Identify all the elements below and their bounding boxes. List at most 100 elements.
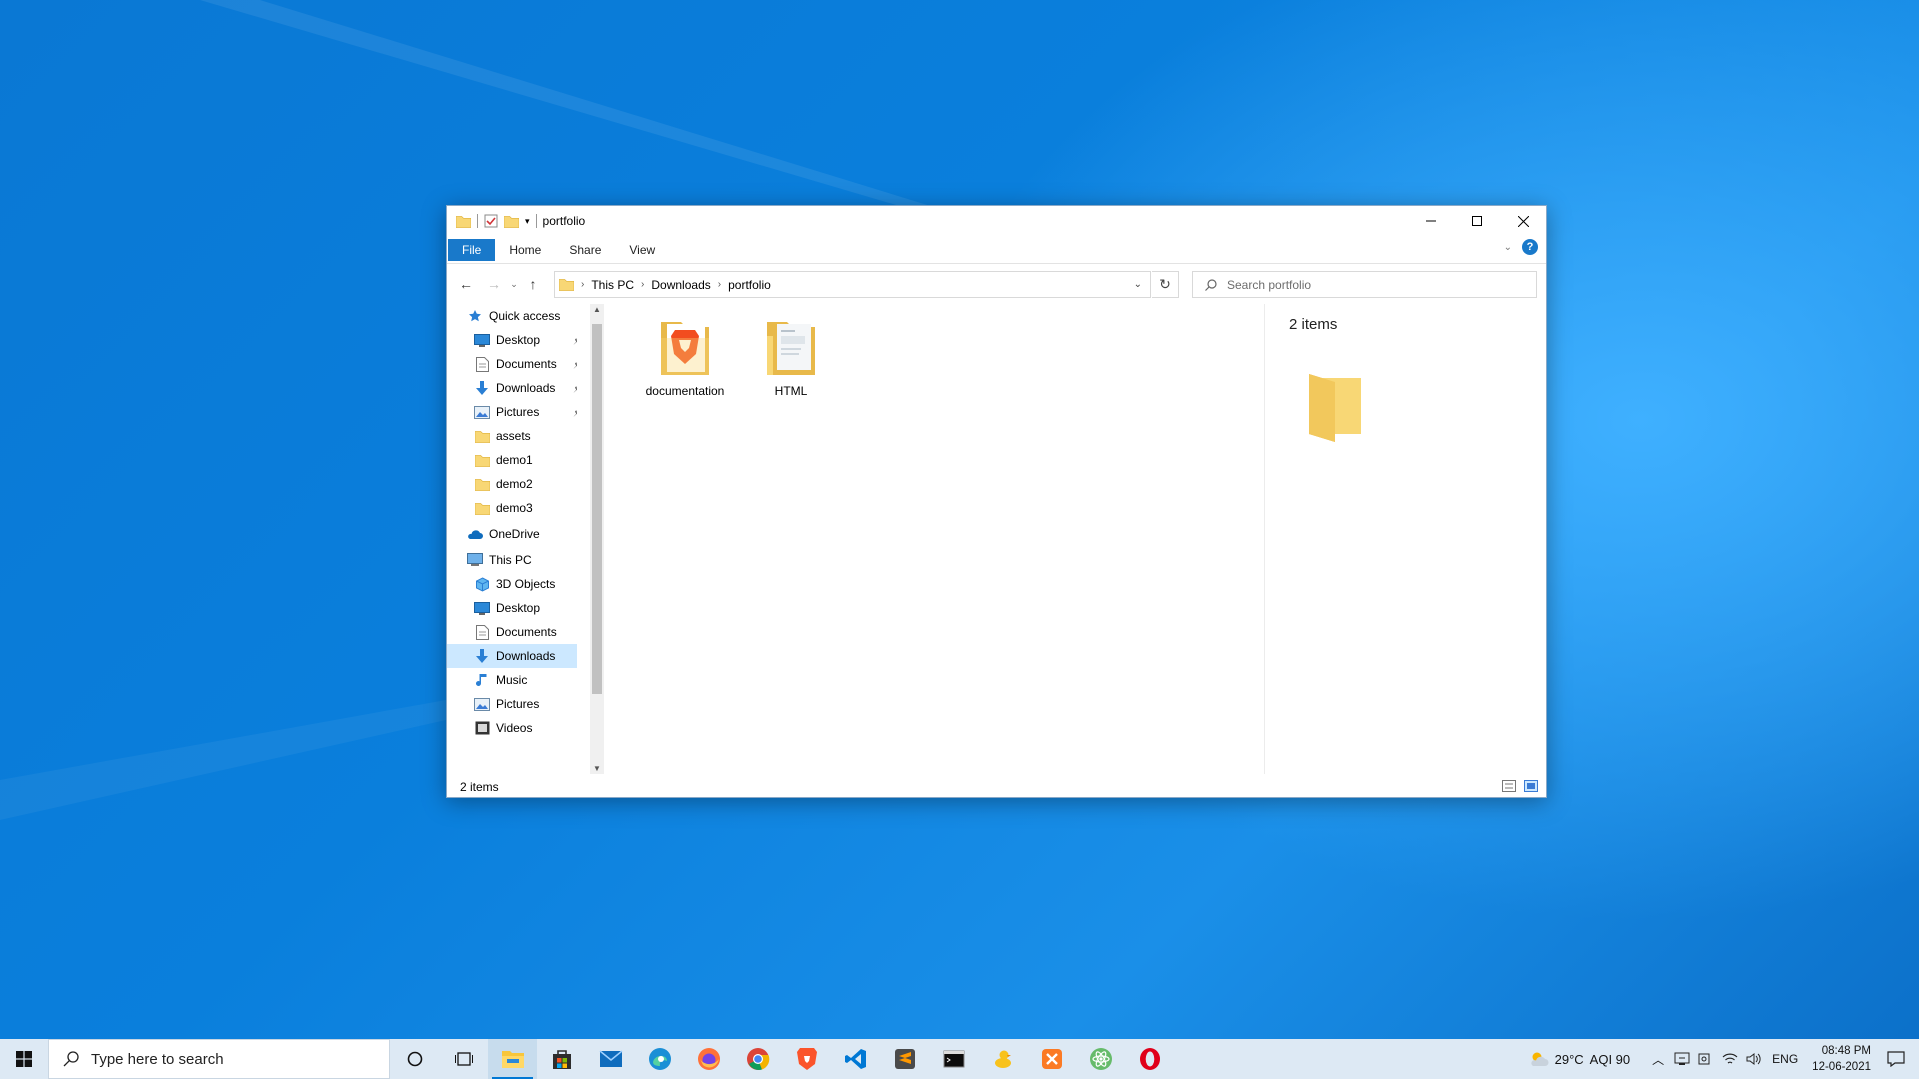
large-icons-view-icon[interactable] (1524, 780, 1538, 792)
input-language[interactable]: ENG (1772, 1052, 1798, 1066)
nav-item-desktop[interactable]: Desktop 📌 (447, 328, 577, 352)
tab-file[interactable]: File (448, 238, 496, 261)
properties-check-icon[interactable] (484, 214, 498, 228)
meet-now-icon[interactable] (1698, 1052, 1712, 1066)
weather-icon[interactable] (1529, 1050, 1549, 1068)
taskbar-store[interactable] (537, 1039, 586, 1079)
clock[interactable]: 08:48 PM 12-06-2021 (1812, 1043, 1871, 1075)
chevron-up-icon[interactable]: ︿ (1652, 1051, 1664, 1068)
nav-item-downloads[interactable]: Downloads (447, 644, 577, 668)
task-view-button[interactable] (439, 1039, 488, 1079)
pictures-icon (474, 404, 490, 420)
back-button[interactable]: ← (457, 275, 475, 293)
address-bar[interactable]: › This PC › Downloads › portfolio ⌄ (554, 271, 1151, 298)
nav-item-documents[interactable]: Documents 📌 (447, 352, 577, 376)
music-icon (474, 672, 490, 688)
scroll-up-icon[interactable]: ▲ (593, 305, 601, 314)
tab-share[interactable]: Share (555, 239, 615, 261)
customize-qat-dropdown-icon[interactable]: ▾ (525, 216, 530, 227)
nav-item-videos[interactable]: Videos (447, 716, 577, 740)
document-folder-icon (767, 322, 815, 375)
tab-view[interactable]: View (615, 239, 669, 261)
maximize-button[interactable] (1454, 206, 1500, 236)
download-arrow-icon (474, 648, 490, 664)
recent-locations-button[interactable]: ⌄ (505, 275, 523, 293)
cortana-button[interactable] (390, 1039, 439, 1079)
nav-item-3d-objects[interactable]: 3D Objects (447, 572, 577, 596)
new-folder-icon[interactable] (504, 215, 519, 228)
nav-item-demo3[interactable]: demo3 (447, 496, 577, 520)
window-controls (1408, 206, 1546, 236)
taskbar-firefox[interactable] (684, 1039, 733, 1079)
notification-center-icon[interactable] (1887, 1051, 1905, 1067)
taskbar-edge[interactable] (635, 1039, 684, 1079)
help-icon[interactable]: ? (1522, 239, 1538, 255)
wifi-icon[interactable] (1722, 1052, 1738, 1066)
volume-icon[interactable] (1746, 1052, 1762, 1066)
forward-button[interactable]: → (485, 275, 503, 293)
taskbar-terminal[interactable] (929, 1039, 978, 1079)
scrollbar-thumb[interactable] (592, 324, 602, 694)
taskbar-atom[interactable] (1076, 1039, 1125, 1079)
taskbar-chrome[interactable] (733, 1039, 782, 1079)
folder-icon (474, 476, 490, 492)
nav-item-label: Downloads (496, 649, 556, 663)
taskbar-file-explorer[interactable] (488, 1039, 537, 1079)
pin-icon: 📌 (573, 384, 577, 393)
taskbar-cyberduck[interactable] (978, 1039, 1027, 1079)
taskbar-search-placeholder: Type here to search (91, 1050, 224, 1068)
nav-item-demo2[interactable]: demo2 (447, 472, 577, 496)
edge-icon (648, 1048, 671, 1070)
weather-aqi[interactable]: AQI 90 (1590, 1052, 1630, 1067)
brave-folder-icon (661, 322, 709, 375)
taskbar-sublime[interactable] (880, 1039, 929, 1079)
search-icon (1205, 278, 1217, 291)
refresh-button[interactable]: ↻ (1152, 271, 1179, 298)
taskbar-opera[interactable] (1125, 1039, 1174, 1079)
taskbar-search-box[interactable]: Type here to search (48, 1039, 390, 1079)
start-button[interactable] (0, 1039, 48, 1079)
taskbar-vscode[interactable] (831, 1039, 880, 1079)
clock-time: 08:48 PM (1821, 1045, 1871, 1057)
address-dropdown-icon[interactable]: ⌄ (1134, 279, 1142, 290)
nav-item-label: demo1 (496, 453, 533, 467)
navigation-scrollbar[interactable]: ▲ ▼ (590, 304, 604, 774)
up-button[interactable]: ↑ (524, 275, 542, 293)
details-view-icon[interactable] (1502, 780, 1516, 792)
nav-item-quick-access[interactable]: Quick access (447, 304, 577, 328)
nav-item-demo1[interactable]: demo1 (447, 448, 577, 472)
breadcrumb-this-pc[interactable]: This PC (591, 278, 634, 292)
nav-item-pictures[interactable]: Pictures (447, 692, 577, 716)
scroll-down-icon[interactable]: ▼ (593, 764, 601, 773)
nav-item-music[interactable]: Music (447, 668, 577, 692)
onedrive-sync-icon[interactable] (1674, 1052, 1690, 1066)
opera-icon (1139, 1048, 1160, 1070)
nav-item-label: assets (496, 429, 531, 443)
nav-item-pictures[interactable]: Pictures 📌 (447, 400, 577, 424)
taskbar-mail[interactable] (586, 1039, 635, 1079)
cortana-circle-icon (407, 1051, 422, 1067)
breadcrumb-portfolio[interactable]: portfolio (728, 278, 771, 292)
nav-item-desktop[interactable]: Desktop (447, 596, 577, 620)
close-button[interactable] (1500, 206, 1546, 236)
nav-item-onedrive[interactable]: OneDrive (447, 522, 577, 546)
close-icon (1517, 215, 1529, 227)
nav-item-documents[interactable]: Documents (447, 620, 577, 644)
taskbar-xampp[interactable] (1027, 1039, 1076, 1079)
xampp-icon (1041, 1049, 1062, 1069)
weather-temperature[interactable]: 29°C (1555, 1052, 1584, 1067)
search-box[interactable]: Search portfolio (1192, 271, 1537, 298)
pin-icon: 📌 (573, 408, 577, 417)
taskbar-brave[interactable] (782, 1039, 831, 1079)
nav-item-this-pc[interactable]: This PC (447, 548, 577, 572)
breadcrumb-downloads[interactable]: Downloads (651, 278, 710, 292)
minimize-button[interactable] (1408, 206, 1454, 236)
tab-home[interactable]: Home (495, 239, 555, 261)
status-item-count: 2 items (460, 780, 499, 794)
expand-ribbon-icon[interactable]: ⌄ (1504, 242, 1512, 253)
folder-item-html[interactable]: HTML (743, 316, 839, 416)
folder-item-documentation[interactable]: documentation (637, 316, 733, 416)
nav-item-assets[interactable]: assets (447, 424, 577, 448)
nav-item-downloads[interactable]: Downloads 📌 (447, 376, 577, 400)
pictures-icon (474, 696, 490, 712)
